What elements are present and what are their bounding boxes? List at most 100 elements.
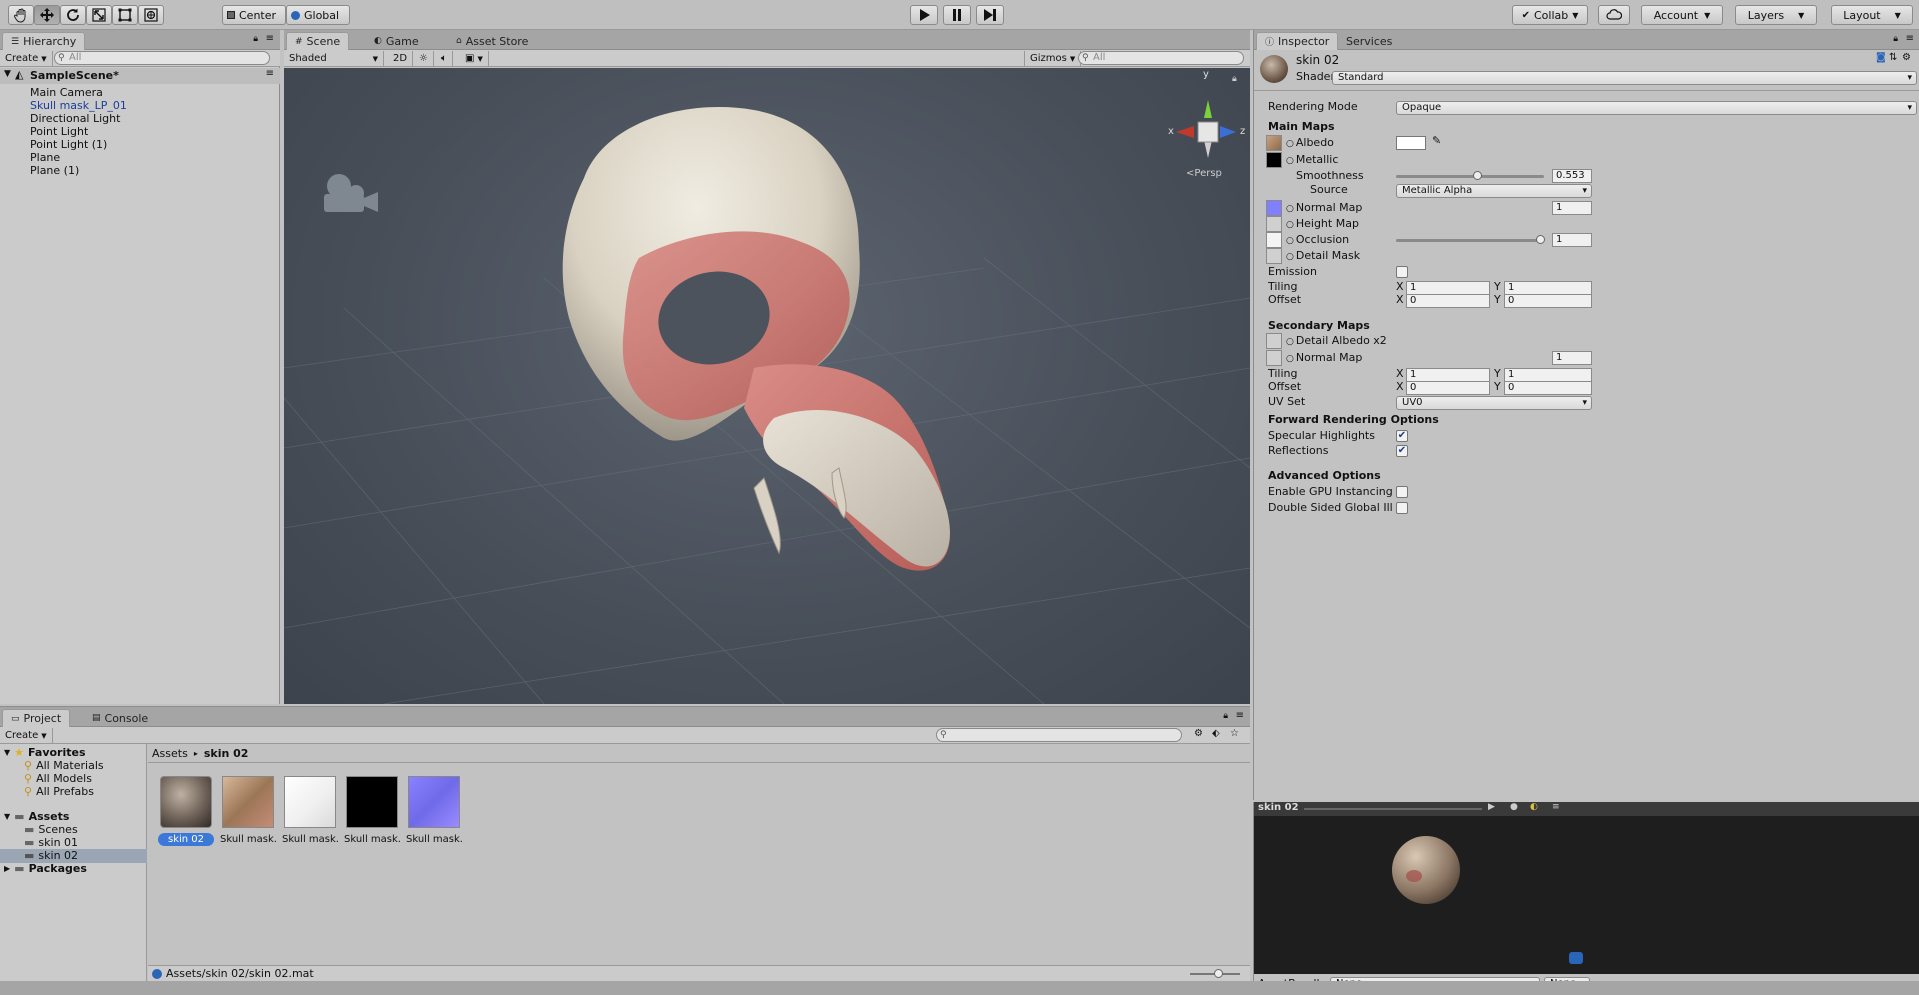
favorites-group[interactable]: ▼ ★ Favorites — [4, 746, 86, 760]
scene-viewport[interactable]: y x z 🔒︎ <Persp — [284, 68, 1250, 704]
secondary-offset-x-field[interactable]: 0 — [1406, 381, 1490, 395]
collapse-arrow-icon[interactable]: ▶ — [4, 862, 10, 876]
scene-root-row[interactable]: ▼ ◭ SampleScene* ≡ — [0, 68, 280, 84]
tiling-y-field[interactable]: 1 — [1504, 281, 1592, 295]
panel-menu-icon[interactable]: ≡ — [1236, 710, 1244, 721]
emission-checkbox[interactable] — [1396, 266, 1408, 278]
detail-mask-row-label[interactable]: ○ Detail Mask — [1286, 249, 1360, 263]
project-create-button[interactable]: Create ▼ — [0, 728, 53, 743]
lock-icon[interactable]: 🔒︎ — [1893, 34, 1898, 44]
double-sided-gi-checkbox[interactable] — [1396, 502, 1408, 514]
preview-menu-icon[interactable]: ≡ — [1552, 802, 1560, 812]
mode-2d-button[interactable]: 2D — [388, 51, 414, 66]
transform-tool-button[interactable] — [138, 5, 164, 25]
favorite-item[interactable]: ⚲ All Models — [24, 772, 92, 786]
tab-services[interactable]: Services — [1338, 32, 1400, 50]
secondary-normal-map-slot[interactable] — [1266, 350, 1282, 366]
height-map-row-label[interactable]: ○ Height Map — [1286, 217, 1359, 231]
detail-mask-slot[interactable] — [1266, 248, 1282, 264]
secondary-offset-y-field[interactable]: 0 — [1504, 381, 1592, 395]
breadcrumb-root[interactable]: Assets — [152, 747, 188, 760]
panel-menu-icon[interactable]: ≡ — [266, 33, 274, 44]
smoothness-slider-thumb[interactable] — [1473, 171, 1482, 180]
shading-mode-dropdown[interactable]: Shaded ▼ — [284, 51, 384, 66]
preview-drag-handle[interactable] — [1304, 808, 1482, 810]
tab-game[interactable]: ◐ Game — [366, 32, 427, 50]
offset-x-field[interactable]: 0 — [1406, 294, 1490, 308]
space-global-button[interactable]: Global — [286, 5, 350, 25]
lighting-toggle[interactable]: ☼ — [414, 51, 434, 66]
specular-highlights-checkbox[interactable]: ✔ — [1396, 430, 1408, 442]
hand-tool-button[interactable] — [8, 5, 34, 25]
help-icon[interactable]: ◙ — [1876, 52, 1886, 63]
smoothness-value-field[interactable]: 0.553 — [1552, 169, 1592, 183]
albedo-color-swatch[interactable] — [1396, 136, 1426, 150]
favorite-star-icon[interactable]: ☆ — [1230, 728, 1239, 739]
detail-albedo-slot[interactable] — [1266, 333, 1282, 349]
occlusion-row-label[interactable]: ○ Occlusion — [1286, 233, 1349, 247]
asset-item[interactable]: Skull mask... — [344, 776, 400, 846]
preview-sphere-icon[interactable]: ● — [1510, 802, 1518, 812]
folder-item-selected[interactable]: ▬ skin 02 — [0, 849, 147, 863]
normal-map-scale-field[interactable]: 1 — [1552, 201, 1592, 215]
shader-dropdown[interactable]: Standard — [1332, 71, 1917, 85]
secondary-normal-scale-field[interactable]: 1 — [1552, 351, 1592, 365]
lock-icon[interactable]: 🔒︎ — [1223, 711, 1228, 721]
lock-icon[interactable]: 🔒︎ — [253, 34, 258, 44]
source-dropdown[interactable]: Metallic Alpha — [1396, 184, 1592, 198]
breadcrumb-current[interactable]: skin 02 — [204, 747, 249, 760]
uv-set-dropdown[interactable]: UV0 — [1396, 396, 1592, 410]
preview-play-icon[interactable]: ▶ — [1488, 802, 1495, 812]
expand-arrow-icon[interactable]: ▼ — [4, 746, 10, 760]
pause-button[interactable] — [943, 5, 971, 25]
secondary-tiling-x-field[interactable]: 1 — [1406, 368, 1490, 382]
effects-dropdown[interactable]: ▣ ▼ — [460, 51, 489, 66]
cloud-button[interactable] — [1598, 5, 1630, 25]
tiling-x-field[interactable]: 1 — [1406, 281, 1490, 295]
tab-hierarchy[interactable]: ☰ Hierarchy — [2, 32, 86, 50]
gizmos-dropdown[interactable]: Gizmos ▼ — [1024, 51, 1082, 66]
occlusion-slider-thumb[interactable] — [1536, 235, 1545, 244]
hierarchy-search-input[interactable]: ⚲ All — [54, 51, 270, 65]
play-button[interactable] — [910, 5, 938, 25]
layers-dropdown[interactable]: Layers ▼ — [1735, 5, 1817, 25]
scale-tool-button[interactable] — [86, 5, 112, 25]
height-map-slot[interactable] — [1266, 216, 1282, 232]
scene-menu-icon[interactable]: ≡ — [266, 68, 274, 79]
filter-by-label-icon[interactable]: ⬖ — [1212, 728, 1220, 739]
albedo-texture-slot[interactable] — [1266, 135, 1282, 151]
folder-item[interactable]: ▬ Scenes — [24, 823, 78, 837]
filter-by-type-icon[interactable]: ⚙ — [1194, 728, 1203, 739]
preset-icon[interactable]: ⇅ — [1889, 52, 1897, 63]
smoothness-slider[interactable] — [1396, 170, 1546, 182]
favorite-item[interactable]: ⚲ All Materials — [24, 759, 104, 773]
asset-label-icon[interactable] — [1569, 952, 1583, 964]
occlusion-value-field[interactable]: 1 — [1552, 233, 1592, 247]
settings-gear-icon[interactable]: ⚙ — [1902, 52, 1911, 63]
thumbnail-size-slider[interactable] — [1190, 969, 1240, 978]
rect-tool-button[interactable] — [112, 5, 138, 25]
secondary-tiling-y-field[interactable]: 1 — [1504, 368, 1592, 382]
tab-console[interactable]: ▤ Console — [84, 709, 156, 727]
asset-item[interactable]: Skull mask... — [282, 776, 338, 846]
rendering-mode-dropdown[interactable]: Opaque — [1396, 101, 1917, 115]
normal-map-row-label[interactable]: ○ Normal Map — [1286, 201, 1362, 215]
collab-button[interactable]: ✔ Collab ▼ — [1512, 5, 1588, 25]
metallic-texture-slot[interactable] — [1266, 152, 1282, 168]
metallic-row-label[interactable]: ○ Metallic — [1286, 153, 1338, 167]
normal-map-slot[interactable] — [1266, 200, 1282, 216]
layout-dropdown[interactable]: Layout ▼ — [1831, 5, 1913, 25]
expand-arrow-icon[interactable]: ▼ — [4, 69, 11, 79]
tab-inspector[interactable]: ⓘ Inspector — [1256, 32, 1339, 50]
occlusion-slider[interactable] — [1396, 234, 1546, 246]
packages-group[interactable]: ▶ ▬ Packages — [4, 862, 87, 876]
tab-scene[interactable]: # Scene — [286, 32, 350, 50]
detail-albedo-row-label[interactable]: ○ Detail Albedo x2 — [1286, 334, 1387, 348]
asset-item[interactable]: Skull mask... — [406, 776, 462, 846]
tab-asset-store[interactable]: ⌂ Asset Store — [448, 32, 536, 50]
audio-toggle[interactable]: 🔈︎ — [436, 51, 453, 66]
offset-y-field[interactable]: 0 — [1504, 294, 1592, 308]
viewport-lock-icon[interactable]: 🔒︎ — [1232, 74, 1237, 84]
assets-group[interactable]: ▼ ▬ Assets — [4, 810, 69, 824]
secondary-normal-map-row-label[interactable]: ○ Normal Map — [1286, 351, 1362, 365]
